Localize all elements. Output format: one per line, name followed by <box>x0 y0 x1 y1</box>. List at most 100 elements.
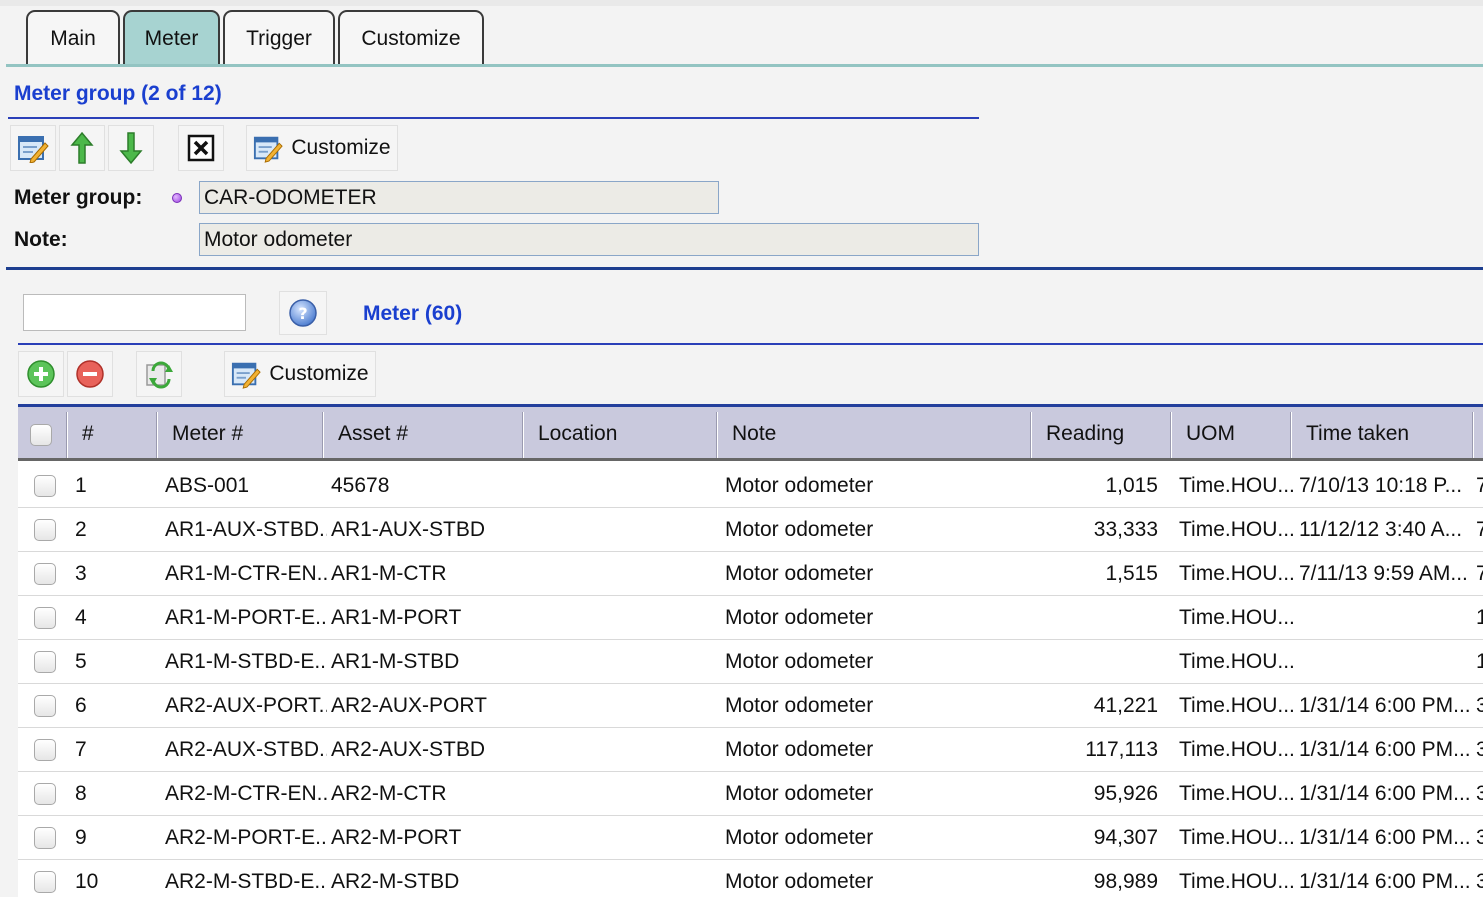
cell-uom: Time.HOU... <box>1179 474 1295 497</box>
cell-next-column: 7 <box>1476 562 1483 585</box>
row-checkbox[interactable] <box>34 695 56 717</box>
row-checkbox[interactable] <box>34 871 56 893</box>
required-indicator-icon <box>172 193 182 203</box>
table-row[interactable]: 6 AR2-AUX-PORT... AR2-AUX-PORT Motor odomet… <box>18 684 1483 728</box>
cell-note: Motor odometer <box>725 694 874 717</box>
refresh-button[interactable] <box>136 351 182 397</box>
column-header-uom[interactable]: UOM <box>1174 407 1292 461</box>
table-row[interactable]: 3 AR1-M-CTR-EN... AR1-M-CTR Motor odometer 1… <box>18 552 1483 596</box>
cell-asset: AR1-M-CTR <box>331 562 447 585</box>
cell-uom: Time.HOU... <box>1179 694 1295 717</box>
row-checkbox[interactable] <box>34 475 56 497</box>
close-box-icon <box>187 134 215 162</box>
cell-time-taken: 1/31/14 6:00 PM... <box>1299 782 1471 805</box>
cell-time-taken <box>1299 596 1481 640</box>
column-header-note[interactable]: Note <box>720 407 1032 461</box>
add-meter-button[interactable] <box>18 351 64 397</box>
meter-group-title: Meter group (2 of 12) <box>14 82 222 105</box>
tab-trigger[interactable]: Trigger <box>223 10 335 66</box>
row-checkbox[interactable] <box>34 519 56 541</box>
cell-location <box>531 596 716 640</box>
table-row[interactable]: 8 AR2-M-CTR-EN... AR2-M-CTR Motor odometer 9… <box>18 772 1483 816</box>
row-checkbox[interactable] <box>34 827 56 849</box>
column-header-number[interactable]: # <box>70 407 158 461</box>
column-header-location[interactable]: Location <box>526 407 718 461</box>
cell-time-taken: 1/31/14 6:00 PM... <box>1299 826 1471 849</box>
cell-reading: 1,015 <box>1105 474 1158 497</box>
cell-number: 3 <box>75 562 87 585</box>
top-strip <box>0 0 1483 6</box>
move-down-button[interactable] <box>108 125 154 171</box>
cell-uom: Time.HOU... <box>1179 782 1295 805</box>
column-header-reading[interactable]: Reading <box>1034 407 1172 461</box>
cell-asset: AR1-AUX-STBD <box>331 518 486 541</box>
cell-reading: 33,333 <box>1093 518 1158 541</box>
svg-text:?: ? <box>298 304 307 323</box>
cell-meter: AR1-M-PORT-E... <box>165 606 327 629</box>
cell-reading: 98,989 <box>1093 870 1158 893</box>
cell-note: Motor odometer <box>725 518 874 541</box>
cell-time-taken: 1/31/14 6:00 PM... <box>1299 870 1471 893</box>
table-row[interactable]: 5 AR1-M-STBD-E... AR1-M-STBD Motor odometer… <box>18 640 1483 684</box>
cell-meter: ABS-001 <box>165 474 250 497</box>
cell-number: 2 <box>75 518 87 541</box>
note-field[interactable]: Motor odometer <box>199 223 979 256</box>
table-row[interactable]: 1 ABS-001 45678 Motor odometer 1,015 Time.HOU… <box>18 464 1483 508</box>
help-button[interactable]: ? <box>279 291 327 335</box>
meter-section-divider <box>18 343 1483 345</box>
column-header-asset[interactable]: Asset # <box>326 407 524 461</box>
cell-note: Motor odometer <box>725 650 874 673</box>
delete-button[interactable] <box>178 125 224 171</box>
cell-time-taken: 7/11/13 9:59 AM... <box>1299 562 1468 585</box>
column-header-meter[interactable]: Meter # <box>160 407 324 461</box>
remove-circle-icon <box>76 360 104 388</box>
cell-meter: AR2-AUX-PORT... <box>165 694 327 717</box>
cell-location <box>531 552 716 596</box>
column-header-time-taken[interactable]: Time taken <box>1294 407 1472 461</box>
row-checkbox[interactable] <box>34 739 56 761</box>
row-checkbox[interactable] <box>34 783 56 805</box>
cell-location <box>531 640 716 684</box>
cell-time-taken: 7/10/13 10:18 P... <box>1299 474 1463 497</box>
cell-number: 6 <box>75 694 87 717</box>
cell-uom: Time.HOU... <box>1179 870 1295 893</box>
table-row[interactable]: 9 AR2-M-PORT-E... AR2-M-PORT Motor odometer… <box>18 816 1483 860</box>
table-row[interactable]: 2 AR1-AUX-STBD... AR1-AUX-STBD Motor odomet… <box>18 508 1483 552</box>
cell-reading <box>1034 596 1158 640</box>
cell-uom: Time.HOU... <box>1179 562 1295 585</box>
tab-meter[interactable]: Meter <box>123 10 220 66</box>
edit-button[interactable] <box>10 125 56 171</box>
tab-customize[interactable]: Customize <box>338 10 484 66</box>
customize-button[interactable]: Customize <box>246 125 398 171</box>
cell-note: Motor odometer <box>725 870 874 893</box>
add-circle-icon <box>27 360 55 388</box>
cell-reading: 95,926 <box>1093 782 1158 805</box>
meter-customize-button[interactable]: Customize <box>224 351 376 397</box>
table-row[interactable]: 7 AR2-AUX-STBD... AR2-AUX-STBD Motor odomet… <box>18 728 1483 772</box>
row-checkbox[interactable] <box>34 607 56 629</box>
cell-note: Motor odometer <box>725 738 874 761</box>
remove-meter-button[interactable] <box>67 351 113 397</box>
cell-next-column: 7 <box>1476 474 1483 497</box>
cell-next-column: 3 <box>1476 870 1483 893</box>
table-row[interactable]: 10 AR2-M-STBD-E... AR2-M-STBD Motor odomete… <box>18 860 1483 897</box>
cell-number: 8 <box>75 782 87 805</box>
meter-group-field[interactable]: CAR-ODOMETER <box>199 181 719 214</box>
tab-main[interactable]: Main <box>26 10 120 66</box>
row-checkbox[interactable] <box>34 651 56 673</box>
move-up-button[interactable] <box>59 125 105 171</box>
cell-number: 4 <box>75 606 87 629</box>
cell-asset: AR1-M-PORT <box>331 606 462 629</box>
tab-underline <box>6 64 1483 67</box>
row-checkbox[interactable] <box>34 563 56 585</box>
customize-icon <box>254 136 284 163</box>
tab-bar: Main Meter Trigger Customize <box>26 10 487 66</box>
cell-meter: AR1-M-STBD-E... <box>165 650 327 673</box>
select-all-checkbox[interactable] <box>30 424 52 446</box>
meter-search-input[interactable] <box>23 294 246 331</box>
table-row[interactable]: 4 AR1-M-PORT-E... AR1-M-PORT Motor odometer… <box>18 596 1483 640</box>
cell-next-column: 3 <box>1476 782 1483 805</box>
cell-reading <box>1034 640 1158 684</box>
cell-time-taken: 1/31/14 6:00 PM... <box>1299 694 1471 717</box>
cell-location <box>531 684 716 728</box>
